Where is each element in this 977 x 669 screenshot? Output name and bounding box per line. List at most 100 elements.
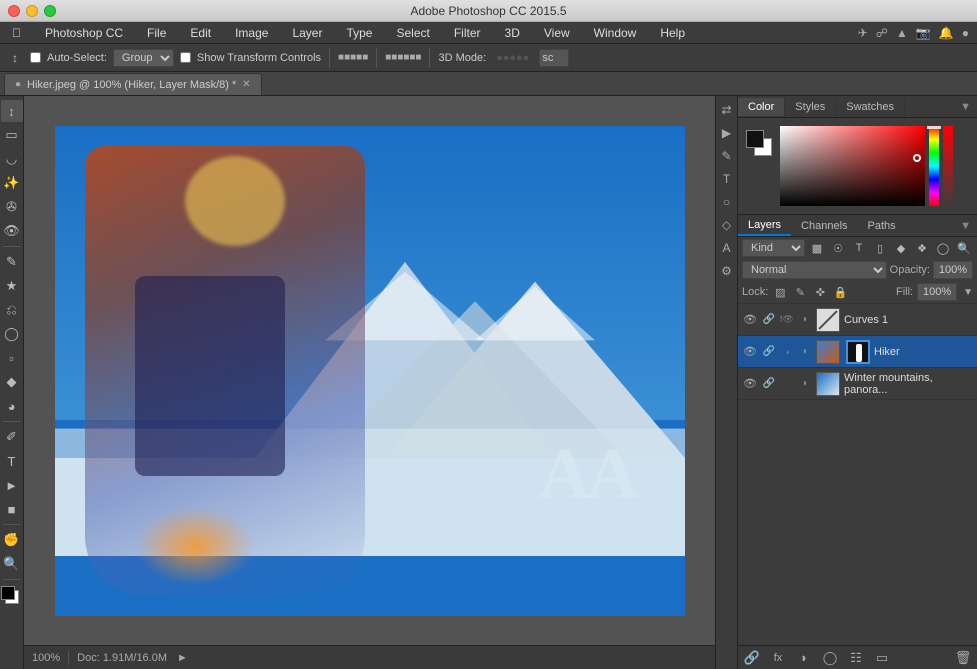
history-brush[interactable]: ⎌	[1, 299, 23, 321]
magic-wand-tool[interactable]: ✨	[1, 172, 23, 194]
filter-pixel-icon[interactable]: ▩	[808, 239, 826, 257]
auto-select-dropdown[interactable]: Group Layer	[113, 49, 174, 67]
menu-type[interactable]: Type	[342, 24, 376, 42]
menu-apple[interactable]: 	[8, 24, 25, 42]
menu-3d[interactable]: 3D	[501, 24, 524, 42]
add-mask-button[interactable]: ◗	[794, 648, 814, 668]
mini-tool-text[interactable]: A	[717, 238, 737, 258]
tab-close-button[interactable]: ✕	[242, 79, 250, 90]
lasso-tool[interactable]: ◡	[1, 148, 23, 170]
layer-eye-hiker[interactable]: 👁	[742, 345, 758, 358]
mini-tool-type[interactable]: T	[717, 169, 737, 189]
opacity-field[interactable]	[933, 261, 973, 279]
menu-edit[interactable]: Edit	[186, 24, 215, 42]
mini-tool-circle[interactable]: ○	[717, 192, 737, 212]
auto-select-checkbox[interactable]	[30, 52, 41, 63]
close-button[interactable]	[8, 5, 20, 17]
mini-tool-arrow[interactable]: ⇄	[717, 100, 737, 120]
layer-row-hiker[interactable]: 👁 🔗 ◑ ◗ Hiker	[738, 336, 977, 368]
tab-styles[interactable]: Styles	[785, 98, 836, 116]
color-gradient-picker[interactable]	[780, 126, 925, 206]
layer-fx-hiker[interactable]: ◑	[780, 345, 794, 359]
brush-tool[interactable]: ✎	[1, 251, 23, 273]
layer-search-icon[interactable]: 🔍	[955, 239, 973, 257]
color-panel-expand[interactable]: ▼	[954, 101, 977, 113]
canvas-container[interactable]: AA	[24, 96, 715, 645]
menu-image[interactable]: Image	[231, 24, 272, 42]
menu-photoshop[interactable]: Photoshop CC	[41, 24, 127, 42]
stamp-tool[interactable]: ★	[1, 275, 23, 297]
menu-select[interactable]: Select	[392, 24, 433, 42]
maximize-button[interactable]	[44, 5, 56, 17]
foreground-color[interactable]	[1, 586, 15, 600]
mini-tool-pen[interactable]: ✎	[717, 146, 737, 166]
layer-fx-curves[interactable]: f👁	[780, 313, 794, 327]
mini-tool-settings[interactable]: ⚙	[717, 261, 737, 281]
blend-mode-dropdown[interactable]: Normal Multiply Screen Overlay	[742, 261, 887, 279]
layer-eye-mountains[interactable]: 👁	[742, 377, 758, 390]
path-select-tool[interactable]: ►	[1, 474, 23, 496]
zoom-tool[interactable]: 🔍	[1, 553, 23, 575]
tab-layers[interactable]: Layers	[738, 216, 791, 236]
show-transform-checkbox[interactable]	[180, 52, 191, 63]
hand-tool[interactable]: ✊	[1, 529, 23, 551]
color-selector[interactable]	[1, 586, 23, 608]
link-layers-button[interactable]: 🔗	[742, 648, 762, 668]
move-tool[interactable]: ↕	[1, 100, 23, 122]
shape-tool[interactable]: ■	[1, 498, 23, 520]
sc-input[interactable]	[539, 49, 569, 67]
lock-position-icon[interactable]: ✜	[812, 284, 828, 300]
pen-tool[interactable]: ✐	[1, 426, 23, 448]
menu-filter[interactable]: Filter	[450, 24, 485, 42]
tab-paths[interactable]: Paths	[858, 217, 906, 235]
filter-type-icon[interactable]: T	[850, 239, 868, 257]
blur-tool[interactable]: ◆	[1, 371, 23, 393]
add-fx-button[interactable]: fx	[768, 648, 788, 668]
filter-more-icon[interactable]: ❖	[913, 239, 931, 257]
layer-link-hiker[interactable]: 🔗	[762, 345, 776, 359]
tab-swatches[interactable]: Swatches	[836, 98, 905, 116]
layer-eye-curves[interactable]: 👁	[742, 313, 758, 326]
new-layer-button[interactable]: ▭	[872, 648, 892, 668]
menu-help[interactable]: Help	[656, 24, 689, 42]
layer-link-mountains[interactable]: 🔗	[762, 377, 776, 391]
crop-tool[interactable]: ✇	[1, 196, 23, 218]
menu-layer[interactable]: Layer	[288, 24, 326, 42]
layers-kind-dropdown[interactable]: Kind	[742, 239, 805, 257]
filter-smart-icon[interactable]: ◆	[892, 239, 910, 257]
new-group-button[interactable]: ☷	[846, 648, 866, 668]
minimize-button[interactable]	[26, 5, 38, 17]
layers-panel-expand[interactable]: ▼	[954, 220, 977, 232]
layer-link-curves[interactable]: 🔗	[762, 313, 776, 327]
filter-adjustment-icon[interactable]: ☉	[829, 239, 847, 257]
layer-add-icon[interactable]: ◯	[934, 239, 952, 257]
delete-layer-button[interactable]: 🗑	[953, 648, 973, 668]
layer-fx-mountains[interactable]	[780, 377, 794, 391]
type-tool[interactable]: T	[1, 450, 23, 472]
mini-tool-play[interactable]: ▶	[717, 123, 737, 143]
fill-field[interactable]	[917, 283, 957, 301]
tab-channels[interactable]: Channels	[791, 217, 857, 235]
menu-window[interactable]: Window	[590, 24, 641, 42]
lock-transparent-icon[interactable]: ▨	[772, 284, 788, 300]
alpha-slider[interactable]	[943, 126, 953, 206]
mini-tool-3d[interactable]: ◇	[717, 215, 737, 235]
fg-color-box[interactable]	[746, 130, 764, 148]
tab-color[interactable]: Color	[738, 98, 785, 116]
layer-mask-curves[interactable]: ◗	[798, 313, 812, 327]
menu-view[interactable]: View	[540, 24, 574, 42]
lock-image-icon[interactable]: ✎	[792, 284, 808, 300]
gradient-tool[interactable]: ▫	[1, 347, 23, 369]
document-tab[interactable]: ● Hiker.jpeg @ 100% (Hiker, Layer Mask/8…	[4, 73, 262, 95]
dodge-tool[interactable]: ◕	[1, 395, 23, 417]
lock-all-icon[interactable]: 🔒	[832, 284, 848, 300]
eraser-tool[interactable]: ◯	[1, 323, 23, 345]
layer-mask-hiker[interactable]: ◗	[798, 345, 812, 359]
layer-mask-mountains[interactable]: ◗	[798, 377, 812, 391]
adjustment-layer-button[interactable]: ◯	[820, 648, 840, 668]
eyedropper-tool[interactable]: 👁	[1, 220, 23, 242]
hue-slider[interactable]	[929, 126, 939, 206]
marquee-tool[interactable]: ▭	[1, 124, 23, 146]
menu-file[interactable]: File	[143, 24, 170, 42]
layer-row-mountains[interactable]: 👁 🔗 ◗ Winter mountains, panora...	[738, 368, 977, 400]
